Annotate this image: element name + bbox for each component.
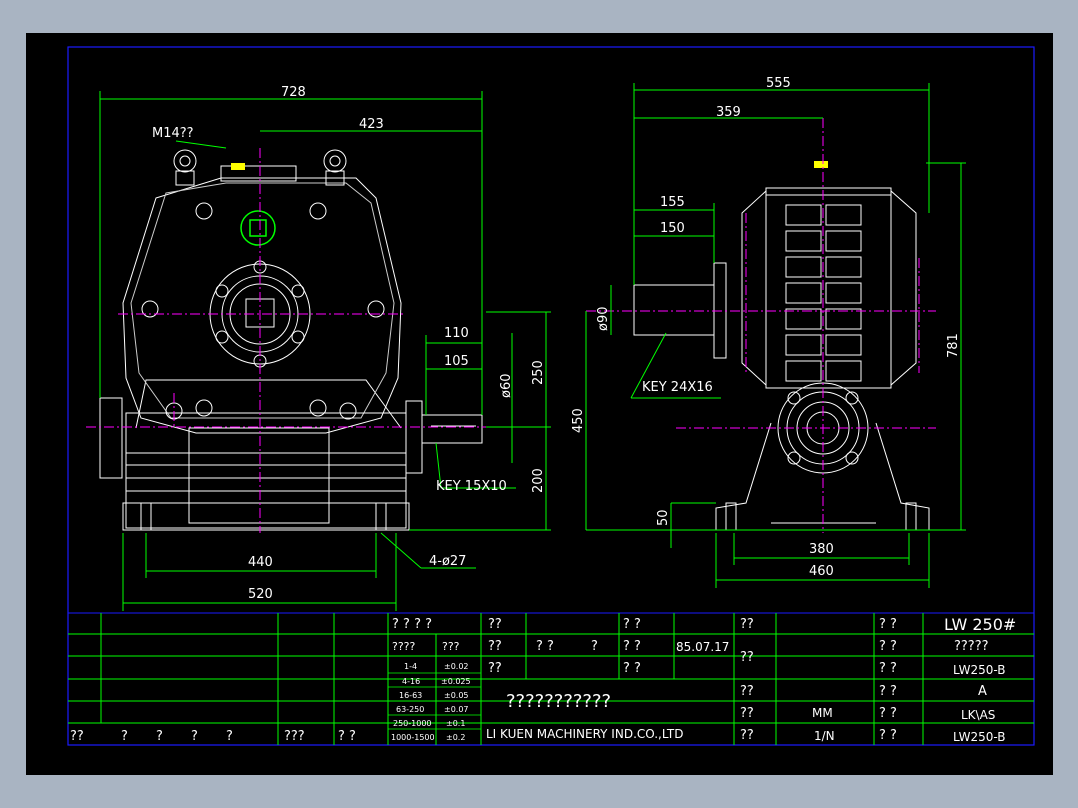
dim-shaft-dia-60: ø60 [499,374,514,399]
tol-range-2: 4-16 [402,677,420,686]
dim-shaft-110: 110 [444,326,469,341]
dim-shaft-155: 155 [660,195,685,210]
tb-bottom-1: ?? [70,729,84,744]
tol-range-3: 16-63 [399,691,422,700]
dim-center-height-450: 450 [571,408,586,433]
tol-value-3: ±0.05 [444,691,469,700]
tb-r3-b: ? ? [623,661,641,676]
tb-r1-c3: ? ? [623,617,641,632]
side-centerlines [586,118,936,533]
tb-r1-c4: ?? [740,617,754,632]
dim-overall-728: 728 [281,85,306,100]
tb-r6-b: ? ? [879,728,897,743]
tol-value-2: ±0.025 [441,677,471,686]
tb-unit: MM [812,706,833,720]
dim-shaft-105: 105 [444,354,469,369]
dim-half-423: 423 [359,117,384,132]
tb-r1-c2: ?? [488,617,502,632]
dim-base-520: 520 [248,587,273,602]
dim-shaft-dia-90: ø90 [596,307,611,332]
tb-r2-h: ? ? [879,639,897,654]
tb-r5-b: ? ? [879,706,897,721]
dim-base-thickness-50: 50 [656,509,671,526]
tb-r2-a: ???? [392,640,416,653]
tol-range-1: 1-4 [404,662,417,671]
dim-shaft-150: 150 [660,221,685,236]
tb-revision: A [978,684,987,699]
tol-range-5: 250-1000 [393,719,432,728]
dim-total-height-781: 781 [946,333,961,358]
tb-r4-b: ? ? [879,684,897,699]
dim-height-250: 250 [531,360,546,385]
dim-eyebolt: M14?? [152,126,194,141]
dim-base-440: 440 [248,555,273,570]
tol-value-4: ±0.07 [444,705,469,714]
tol-range-6: 1000-1500 [391,733,435,742]
drawing-canvas: 728 423 M14?? 110 105 ø60 250 200 KEY 15… [26,33,1053,775]
tb-r2-b: ??? [442,640,460,653]
tb-bottom-6: ??? [284,729,305,744]
tb-r1-c1: ? ? ? ? [392,617,432,632]
dim-base-380: 380 [809,542,834,557]
tb-code2: LW250-B [953,730,1006,744]
dim-base-460: 460 [809,564,834,579]
tb-bottom-5: ? [226,729,233,744]
tb-r3-a: ?? [488,661,502,676]
label-key-24x16: KEY 24X16 [642,380,713,395]
tb-date: 85.07.17 [676,640,729,654]
cad-drawing: 728 423 M14?? 110 105 ø60 250 200 KEY 15… [67,46,1035,746]
side-view [633,187,930,531]
tb-r2-g: ?? [740,650,754,665]
tb-bottom-4: ? [191,729,198,744]
tb-r2-e: ? [591,639,598,654]
oil-plug-right [814,161,828,168]
tb-r6-a: ?? [740,728,754,743]
tb-r2-i: ????? [954,639,989,654]
tol-value-1: ±0.02 [444,662,469,671]
tb-bottom-3: ? [156,729,163,744]
title-block-grid [67,612,1035,746]
dim-overall-555: 555 [766,76,791,91]
label-key-15x10: KEY 15X10 [436,479,507,494]
oil-plug-left [231,163,245,170]
tb-bottom-7: ? ? [338,729,356,744]
tol-range-4: 63-250 [396,705,424,714]
tb-model: LW 250# [944,615,1016,634]
tb-r1-c5: ? ? [879,617,897,632]
tb-material: LK\AS [961,708,995,722]
tb-r4-a: ?? [740,684,754,699]
label-holes-4-27: 4-ø27 [429,554,466,569]
tb-r2-c: ?? [488,639,502,654]
tb-r3-c: ? ? [879,661,897,676]
front-dimension-labels: 728 423 M14?? 110 105 ø60 250 200 KEY 15… [152,85,546,602]
tb-scale: 1/N [814,729,835,743]
tb-r5-a: ?? [740,706,754,721]
tb-company-name: LI KUEN MACHINERY IND.CO.,LTD [486,727,683,741]
dim-center-359: 359 [716,105,741,120]
tb-company-chinese: ??????????? [506,691,611,712]
dim-height-200: 200 [531,468,546,493]
company-logo [240,210,276,246]
front-dimensions [99,91,551,611]
tol-value-6: ±0.2 [446,733,465,742]
tb-bottom-2: ? [121,729,128,744]
tb-r2-f: ? ? [623,639,641,654]
front-view [99,149,483,531]
tol-value-5: ±0.1 [446,719,465,728]
tb-code1: LW250-B [953,663,1006,677]
tb-r2-d: ? ? [536,639,554,654]
